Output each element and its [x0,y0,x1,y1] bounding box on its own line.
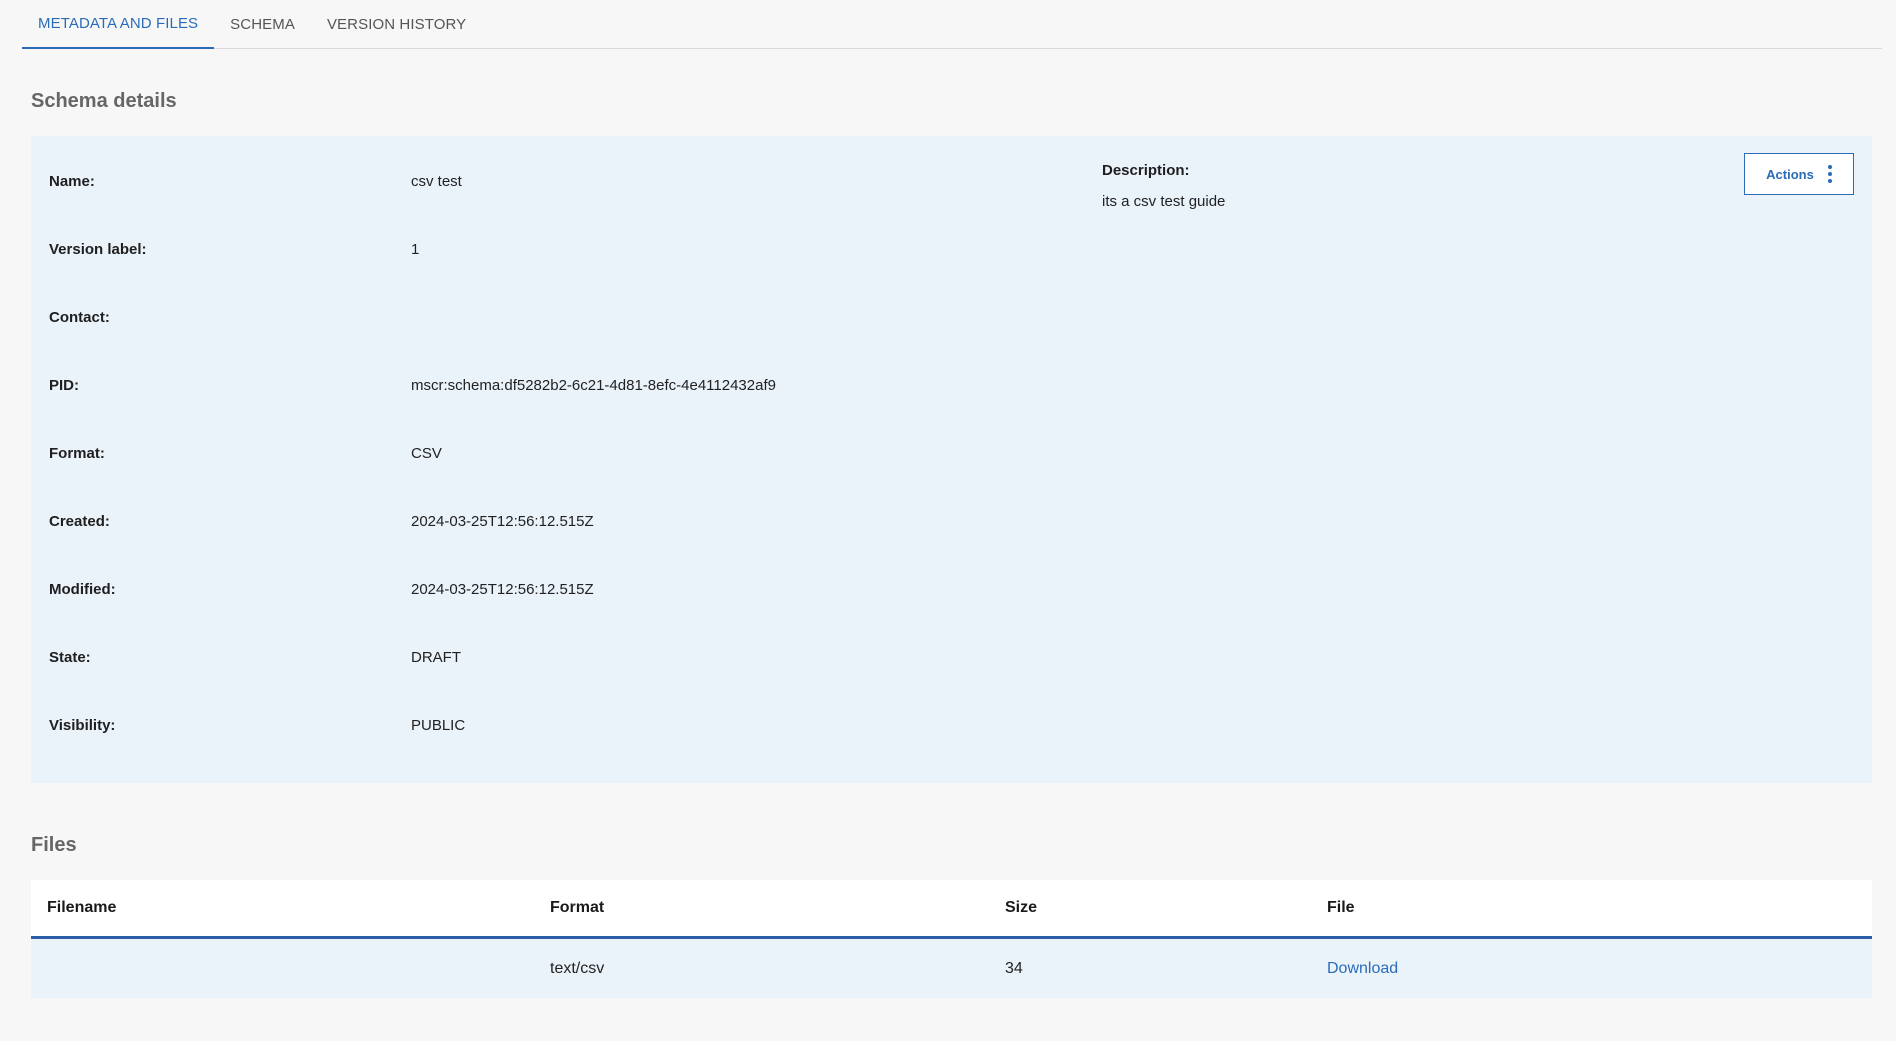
kebab-menu-icon [1827,165,1832,183]
schema-details-panel: Name: csv test Version label: 1 Contact:… [31,136,1872,783]
detail-label: Name: [49,172,95,190]
detail-value-pid: mscr:schema:df5282b2-6c21-4d81-8efc-4e41… [411,376,776,394]
tab-version-history[interactable]: VERSION HISTORY [311,0,482,48]
detail-label: Modified: [49,580,116,598]
description-value: its a csv test guide [1102,193,1226,210]
column-header-filename: Filename [47,899,117,916]
tab-bar: METADATA AND FILES SCHEMA VERSION HISTOR… [22,0,1882,49]
table-row: text/csv 34 Download [31,939,1872,998]
detail-row-state: State: DRAFT [49,645,461,669]
files-heading: Files [31,834,77,856]
tab-metadata-and-files[interactable]: METADATA AND FILES [22,0,215,49]
detail-label: Contact: [49,308,110,326]
detail-row-visibility: Visibility: PUBLIC [49,713,465,737]
detail-value-state: DRAFT [411,648,461,666]
detail-label: Version label: [49,240,147,258]
detail-label: Created: [49,512,110,530]
detail-value-format: CSV [411,444,442,462]
actions-button[interactable]: Actions [1744,153,1854,195]
detail-value-visibility: PUBLIC [411,716,466,734]
detail-label: PID: [49,376,79,394]
detail-label: Visibility: [49,716,116,734]
detail-value-name: csv test [411,172,462,190]
cell-format: text/csv [550,959,605,977]
detail-row-version-label: Version label: 1 [49,237,419,261]
detail-row-created: Created: 2024-03-25T12:56:12.515Z [49,509,594,533]
detail-label: Format: [49,444,105,462]
detail-value-modified: 2024-03-25T12:56:12.515Z [411,580,594,598]
tab-schema[interactable]: SCHEMA [214,0,311,48]
description-block: Description: its a csv test guide [1102,162,1225,210]
column-header-format: Format [550,899,605,916]
detail-row-pid: PID: mscr:schema:df5282b2-6c21-4d81-8efc… [49,373,776,397]
files-table: Filename Format Size File text/csv 34 Do… [31,880,1872,998]
table-header: Filename Format Size File [31,880,1872,939]
detail-row-name: Name: csv test [49,169,462,193]
description-label: Description: [1102,162,1190,179]
detail-row-modified: Modified: 2024-03-25T12:56:12.515Z [49,577,594,601]
detail-label: State: [49,648,91,666]
detail-value-created: 2024-03-25T12:56:12.515Z [411,512,594,530]
schema-details-heading: Schema details [31,90,177,112]
column-header-size: Size [1005,899,1038,916]
cell-file: Download [1327,960,1872,978]
column-header-file: File [1327,899,1355,916]
actions-button-label: Actions [1766,166,1814,182]
cell-size: 34 [1005,959,1023,977]
download-link[interactable]: Download [1327,960,1398,977]
detail-row-format: Format: CSV [49,441,442,465]
detail-row-contact: Contact: [49,305,411,329]
detail-value-version-label: 1 [411,240,420,258]
